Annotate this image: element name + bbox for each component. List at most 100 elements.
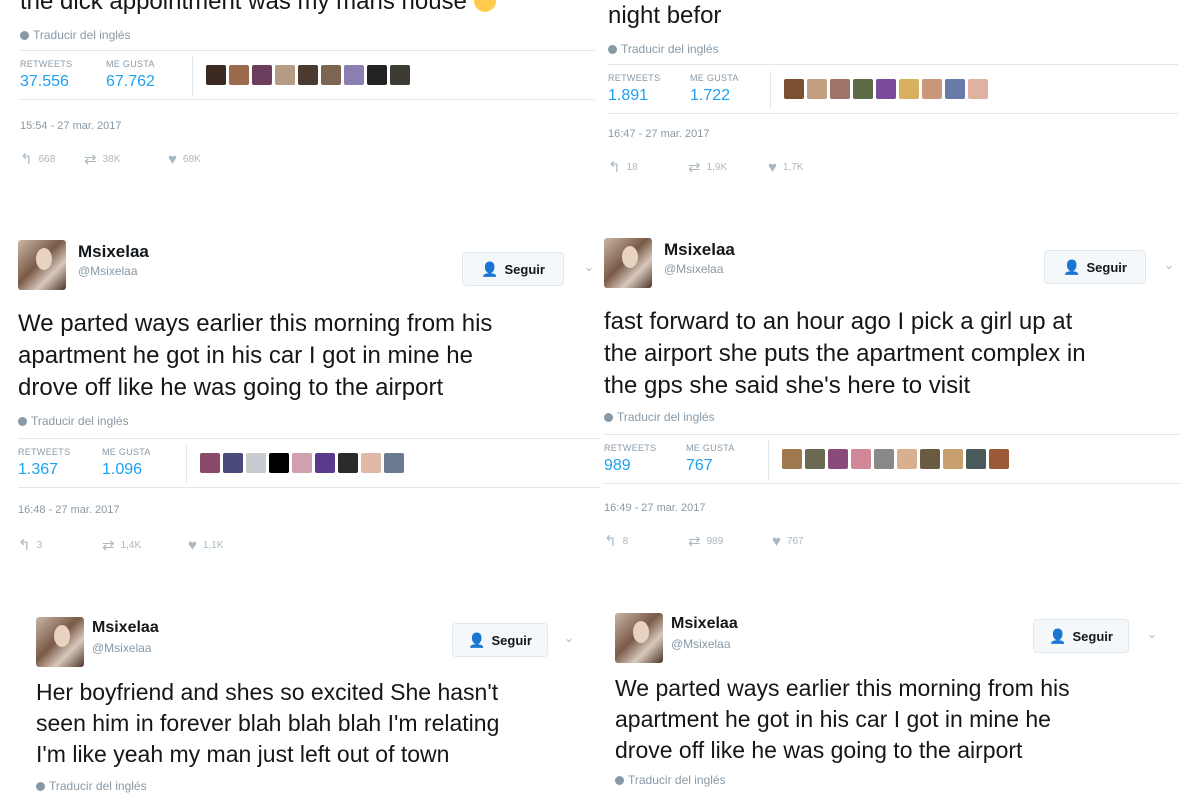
user-handle[interactable]: @Msixelaa xyxy=(92,641,152,655)
liker-avatar[interactable] xyxy=(361,453,381,473)
follow-label: Seguir xyxy=(1086,259,1127,275)
tweet-timestamp[interactable]: 16:47 - 27 mar. 2017 xyxy=(608,128,710,140)
avatar[interactable] xyxy=(36,617,84,667)
retweet-icon: ⇄ xyxy=(84,151,97,168)
tweet-header: Msixelaa @Msixelaa 👤 Seguir ⌄ xyxy=(615,613,1170,673)
liker-avatar[interactable] xyxy=(897,449,917,469)
chevron-down-icon[interactable]: ⌄ xyxy=(584,260,594,274)
likes-stat[interactable]: ME GUSTA 1.722 xyxy=(690,73,739,105)
follow-button[interactable]: 👤 Seguir xyxy=(1033,619,1129,653)
follow-button[interactable]: 👤 Seguir xyxy=(452,623,548,657)
liker-avatar[interactable] xyxy=(269,453,289,473)
retweets-stat[interactable]: RETWEETS 37.556 xyxy=(20,59,72,91)
liker-avatar[interactable] xyxy=(805,449,825,469)
retweets-stat[interactable]: RETWEETS 989 xyxy=(604,443,656,475)
liker-avatar[interactable] xyxy=(315,453,335,473)
liker-avatar[interactable] xyxy=(968,79,988,99)
tweet-timestamp[interactable]: 16:48 - 27 mar. 2017 xyxy=(18,504,120,516)
liker-avatar[interactable] xyxy=(344,65,364,85)
liker-avatar[interactable] xyxy=(784,79,804,99)
liker-avatar[interactable] xyxy=(830,79,850,99)
translate-link[interactable]: Traducir del inglés xyxy=(20,28,131,42)
likes-stat[interactable]: ME GUSTA 67.762 xyxy=(106,59,155,91)
globe-icon xyxy=(615,775,624,785)
liker-avatar[interactable] xyxy=(246,453,266,473)
translate-label: Traducir del inglés xyxy=(33,28,131,42)
retweet-action[interactable]: ⇄ 989 xyxy=(688,532,772,550)
reply-action[interactable]: ↰ 18 xyxy=(608,158,688,176)
retweets-stat[interactable]: RETWEETS 1.367 xyxy=(18,447,70,479)
liker-avatar[interactable] xyxy=(874,449,894,469)
retweet-action[interactable]: ⇄ 1,4K xyxy=(102,536,188,554)
translate-link[interactable]: Traducir del inglés xyxy=(604,410,715,424)
retweets-stat[interactable]: RETWEETS 1.891 xyxy=(608,73,660,105)
liker-avatar[interactable] xyxy=(367,65,387,85)
like-action[interactable]: ♥ 1,1K xyxy=(188,537,223,554)
like-action[interactable]: ♥ 1,7K xyxy=(768,159,803,176)
chevron-down-icon[interactable]: ⌄ xyxy=(1164,258,1174,272)
translate-link[interactable]: Traducir del inglés xyxy=(36,779,147,793)
user-handle[interactable]: @Msixelaa xyxy=(671,637,731,651)
liker-avatar[interactable] xyxy=(853,79,873,99)
reply-count: 3 xyxy=(36,539,43,551)
chevron-down-icon[interactable]: ⌄ xyxy=(1147,627,1157,641)
liker-avatar[interactable] xyxy=(206,65,226,85)
avatar[interactable] xyxy=(615,613,663,663)
follow-button[interactable]: 👤 Seguir xyxy=(1044,250,1146,284)
user-name[interactable]: Msixelaa xyxy=(664,240,735,260)
translate-link[interactable]: Traducir del inglés xyxy=(608,42,719,56)
liker-avatar[interactable] xyxy=(966,449,986,469)
retweet-icon: ⇄ xyxy=(688,159,701,176)
reply-action[interactable]: ↰ 668 xyxy=(20,150,84,168)
translate-link[interactable]: Traducir del inglés xyxy=(18,414,129,428)
liker-avatar[interactable] xyxy=(945,79,965,99)
liker-avatar[interactable] xyxy=(782,449,802,469)
liker-avatar[interactable] xyxy=(321,65,341,85)
retweet-action[interactable]: ⇄ 38K xyxy=(84,150,168,168)
liker-avatar[interactable] xyxy=(807,79,827,99)
reply-action[interactable]: ↰ 3 xyxy=(18,536,102,554)
reply-action[interactable]: ↰ 8 xyxy=(604,532,688,550)
user-name[interactable]: Msixelaa xyxy=(671,615,738,633)
follow-button[interactable]: 👤 Seguir xyxy=(462,252,564,286)
stats-divider xyxy=(186,445,187,483)
liker-avatar[interactable] xyxy=(899,79,919,99)
liker-avatar[interactable] xyxy=(851,449,871,469)
liker-avatar[interactable] xyxy=(200,453,220,473)
liker-avatar[interactable] xyxy=(292,453,312,473)
user-handle[interactable]: @Msixelaa xyxy=(78,264,138,278)
liker-avatar[interactable] xyxy=(275,65,295,85)
liker-avatar[interactable] xyxy=(390,65,410,85)
tweet-card-2: night befor Traducir del inglés RETWEETS… xyxy=(608,0,1178,200)
liker-avatar[interactable] xyxy=(298,65,318,85)
chevron-down-icon[interactable]: ⌄ xyxy=(564,631,574,645)
liker-avatar[interactable] xyxy=(252,65,272,85)
likes-stat[interactable]: ME GUSTA 1.096 xyxy=(102,447,151,479)
liker-avatar[interactable] xyxy=(989,449,1009,469)
liker-avatar[interactable] xyxy=(384,453,404,473)
likes-stat[interactable]: ME GUSTA 767 xyxy=(686,443,735,475)
like-action[interactable]: ♥ 767 xyxy=(772,533,804,550)
avatar[interactable] xyxy=(18,240,66,290)
tweet-actions: ↰ 3 ⇄ 1,4K ♥ 1,1K xyxy=(18,536,223,555)
liker-avatar[interactable] xyxy=(229,65,249,85)
likes-label: ME GUSTA xyxy=(102,447,151,457)
user-name[interactable]: Msixelaa xyxy=(78,242,149,262)
translate-link[interactable]: Traducir del inglés xyxy=(615,773,726,787)
likes-value: 1.096 xyxy=(102,461,143,478)
liker-avatar[interactable] xyxy=(920,449,940,469)
retweet-action[interactable]: ⇄ 1,9K xyxy=(688,158,768,176)
liker-avatar[interactable] xyxy=(876,79,896,99)
like-action[interactable]: ♥ 68K xyxy=(168,151,201,168)
tweet-timestamp[interactable]: 15:54 - 27 mar. 2017 xyxy=(20,120,122,132)
liker-avatar[interactable] xyxy=(828,449,848,469)
liker-avatar[interactable] xyxy=(338,453,358,473)
liker-avatar[interactable] xyxy=(223,453,243,473)
avatar[interactable] xyxy=(604,238,652,288)
liker-avatar[interactable] xyxy=(943,449,963,469)
tweet-timestamp[interactable]: 16:49 - 27 mar. 2017 xyxy=(604,502,706,514)
user-handle[interactable]: @Msixelaa xyxy=(664,262,724,276)
user-name[interactable]: Msixelaa xyxy=(92,619,159,637)
liker-avatar[interactable] xyxy=(922,79,942,99)
stats-divider xyxy=(768,441,769,479)
